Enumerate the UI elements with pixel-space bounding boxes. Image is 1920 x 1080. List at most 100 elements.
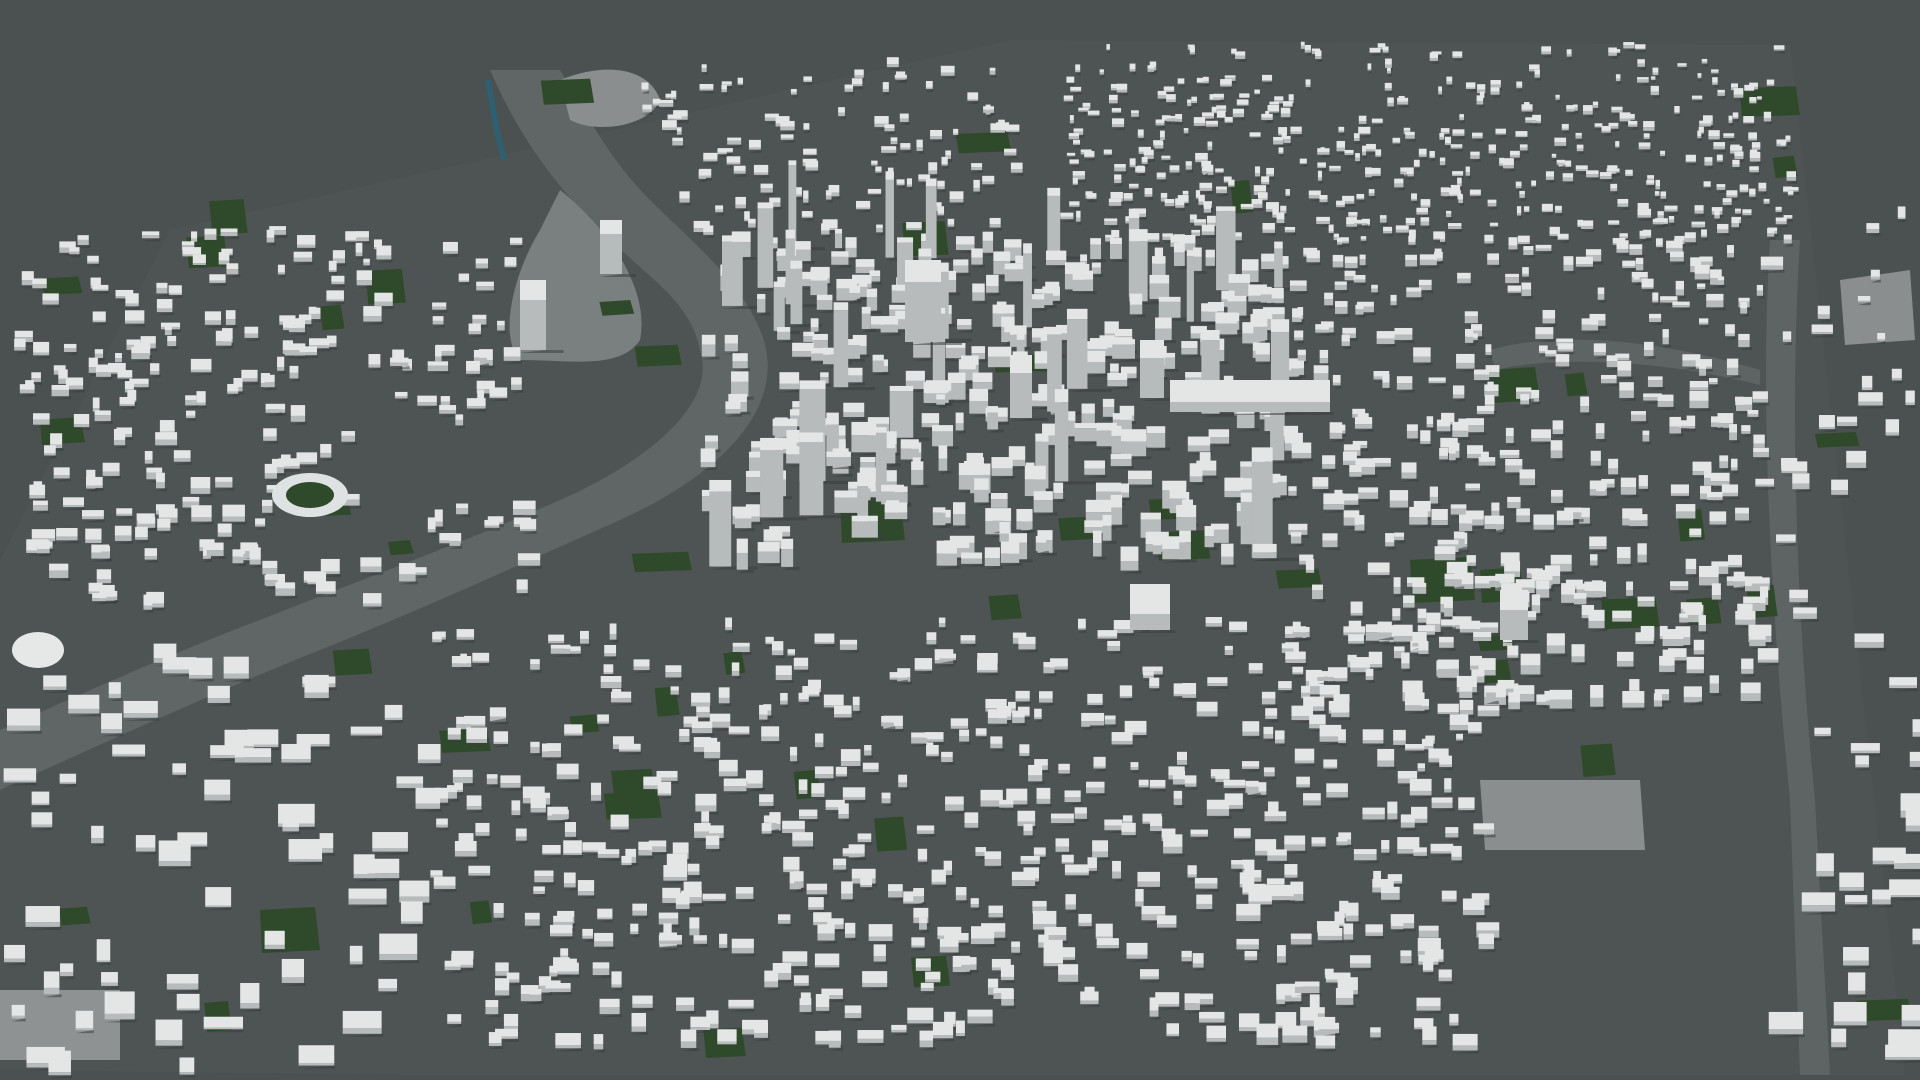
building-roof xyxy=(1023,243,1032,254)
building-roof xyxy=(1164,199,1175,204)
building-wall xyxy=(1523,250,1534,256)
building-roof xyxy=(1144,187,1153,195)
building-wall xyxy=(511,384,522,390)
building-wall xyxy=(262,506,273,513)
park-area xyxy=(599,300,635,316)
building-roof xyxy=(164,323,172,331)
building-wall xyxy=(1488,150,1496,154)
building-roof xyxy=(1110,363,1119,372)
building-wall xyxy=(792,351,814,357)
building-roof xyxy=(955,236,975,245)
city-3d-model-view[interactable] xyxy=(0,0,1920,1080)
building-roof xyxy=(1084,151,1095,157)
building[interactable] xyxy=(1000,541,1023,566)
building-roof xyxy=(993,251,1011,262)
building-roof xyxy=(1654,191,1660,195)
building-roof xyxy=(1749,188,1756,195)
building-roof xyxy=(967,92,979,100)
building-wall xyxy=(1654,194,1660,196)
building-roof xyxy=(356,270,372,281)
building-wall xyxy=(1419,259,1437,266)
building-wall xyxy=(1508,245,1518,250)
building-roof xyxy=(1205,120,1218,125)
building-wall xyxy=(1416,212,1429,215)
building-roof xyxy=(923,381,948,394)
building-wall xyxy=(1470,155,1480,159)
building-roof xyxy=(1297,349,1306,356)
building-wall xyxy=(1439,136,1445,140)
building-roof xyxy=(1734,151,1744,157)
building-wall xyxy=(1545,353,1557,357)
building-roof xyxy=(1641,278,1654,288)
building-roof xyxy=(1129,293,1143,305)
park xyxy=(41,276,83,296)
building-roof xyxy=(442,241,458,252)
building-wall xyxy=(1185,165,1192,170)
building-wall xyxy=(1348,215,1358,218)
building-roof xyxy=(1274,241,1283,249)
building-wall xyxy=(1299,162,1307,164)
building-wall xyxy=(1487,259,1500,265)
building[interactable] xyxy=(991,457,1016,479)
building-roof xyxy=(1261,113,1273,118)
building-roof xyxy=(1334,281,1347,285)
building-wall xyxy=(659,103,674,107)
building-wall xyxy=(1155,123,1165,126)
building-wall xyxy=(955,423,964,431)
building[interactable] xyxy=(700,448,718,471)
building-roof xyxy=(737,77,743,84)
building-roof xyxy=(1353,133,1360,139)
building-wall xyxy=(1240,207,1254,210)
building-wall xyxy=(1045,260,1067,266)
building-roof xyxy=(345,231,358,240)
building-wall xyxy=(803,153,817,156)
building-roof xyxy=(1204,525,1214,537)
building-roof xyxy=(96,569,112,580)
building[interactable] xyxy=(249,547,263,568)
building[interactable] xyxy=(399,563,419,585)
building-roof xyxy=(906,178,913,185)
building-wall xyxy=(196,402,206,406)
building-roof xyxy=(731,371,749,382)
building-roof xyxy=(1557,233,1569,239)
building-wall xyxy=(803,80,812,82)
building-wall xyxy=(705,441,718,450)
building-wall xyxy=(1193,123,1206,126)
building-roof xyxy=(1392,137,1401,143)
building-wall xyxy=(1787,194,1794,196)
building-wall xyxy=(1723,136,1735,138)
building-wall xyxy=(872,360,884,372)
building-roof xyxy=(124,381,134,390)
building-roof xyxy=(1266,167,1274,175)
building-wall xyxy=(1594,126,1603,128)
building-wall xyxy=(1516,86,1523,89)
building-wall xyxy=(1292,317,1302,322)
building-roof xyxy=(1655,238,1663,246)
building-roof xyxy=(360,557,382,567)
building-wall xyxy=(1541,210,1553,212)
building-wall xyxy=(801,216,813,218)
building-roof xyxy=(1258,192,1268,199)
city-map-canvas[interactable] xyxy=(0,0,1920,1080)
building-wall xyxy=(1224,121,1233,123)
building-wall xyxy=(328,270,337,272)
building-roof xyxy=(861,306,871,314)
building-wall xyxy=(1369,52,1381,53)
building[interactable] xyxy=(1016,508,1036,533)
building-roof xyxy=(1074,423,1099,429)
building-wall xyxy=(1191,101,1197,104)
building-wall xyxy=(299,352,318,356)
building-wall xyxy=(1749,194,1756,197)
building[interactable] xyxy=(1189,463,1205,485)
building[interactable] xyxy=(1255,342,1273,365)
building-roof xyxy=(724,334,738,344)
building-roof xyxy=(1253,185,1267,192)
building-wall xyxy=(1677,65,1687,67)
building-roof xyxy=(1369,47,1381,53)
building-wall xyxy=(1617,370,1632,377)
building-wall xyxy=(745,477,761,493)
building-roof xyxy=(217,523,232,533)
building-wall xyxy=(851,521,878,538)
building-roof xyxy=(65,377,84,386)
building[interactable] xyxy=(779,372,802,393)
